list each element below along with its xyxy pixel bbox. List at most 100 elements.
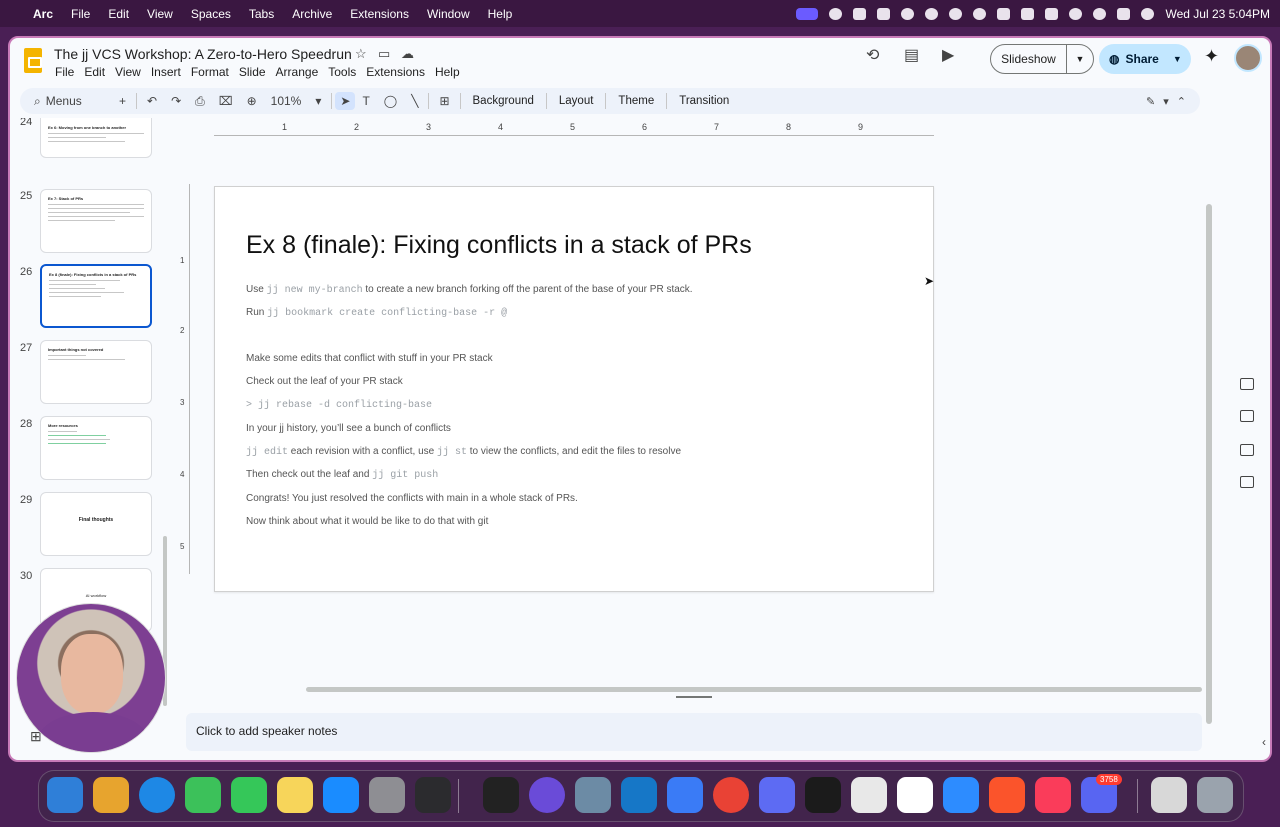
menu-extensions[interactable]: Extensions [341,7,418,21]
messages-icon[interactable] [185,777,221,813]
signal-icon[interactable] [667,777,703,813]
zoom-level[interactable]: 101% [264,94,309,108]
folder-icon[interactable] [1240,476,1254,488]
zip-file-icon[interactable] [1151,777,1187,813]
menu-spaces[interactable]: Spaces [182,7,240,21]
transition-button[interactable]: Transition [670,95,738,107]
slide-line-2[interactable]: Run jj bookmark create conflicting-base … [246,307,507,319]
affinity-icon[interactable] [759,777,795,813]
app-menu-slide[interactable]: Slide [238,65,273,79]
slides-logo-icon[interactable] [24,48,42,73]
app-menu-format[interactable]: Format [190,65,236,79]
webcam-overlay[interactable] [16,603,166,753]
print-icon[interactable]: ⎙ [188,94,212,109]
undo-icon[interactable]: ↶ [140,94,164,108]
notes-app-icon[interactable] [277,777,313,813]
contacts-icon[interactable] [1240,444,1254,456]
battery-icon[interactable] [1045,7,1059,20]
app-store-icon[interactable] [323,777,359,813]
menu-edit[interactable]: Edit [99,7,138,21]
vpn-icon[interactable] [901,7,915,20]
keep-notes-icon[interactable] [1240,378,1254,390]
slide-line-7[interactable]: jj edit each revision with a conflict, u… [246,446,681,458]
app-menu-extensions[interactable]: Extensions [365,65,432,79]
status-circle-icon[interactable] [949,7,963,20]
keyboard-icon[interactable] [1021,7,1035,20]
finder-icon[interactable] [47,777,83,813]
slide-thumbnail-26[interactable]: Ex 8 (finale): Fixing conflicts in a sta… [40,264,152,328]
zoom-icon[interactable]: ⊕ [240,94,264,108]
trash-icon[interactable] [1197,777,1233,813]
zoom-status-icon[interactable] [853,7,867,20]
share-dropdown-icon[interactable]: ▼ [1173,54,1182,64]
menu-file[interactable]: File [62,7,99,21]
share-button[interactable]: ◍ Share ▼ [1099,44,1191,74]
wifi-icon[interactable] [1069,7,1083,20]
app-menu-help[interactable]: Help [434,65,467,79]
slide-thumbnail-29[interactable]: Final thoughts [40,492,152,556]
chrome-icon[interactable] [713,777,749,813]
new-slide-icon[interactable]: + [112,94,133,108]
safari-icon[interactable] [139,777,175,813]
slide-title[interactable]: Ex 8 (finale): Fixing conflicts in a sta… [246,231,752,260]
move-folder-icon[interactable]: ▭ [378,46,390,62]
slide-line-1[interactable]: Use jj new my-branch to create a new bra… [246,284,693,296]
facetime-icon[interactable] [231,777,267,813]
menu-bar-clock[interactable]: Wed Jul 23 5:04PM [1165,7,1270,21]
slide-line-6[interactable]: In your jj history, you’ll see a bunch o… [246,423,451,434]
redo-icon[interactable]: ↷ [164,94,188,108]
shape-icon[interactable]: ◯ [377,94,404,108]
slide-line-8[interactable]: Then check out the leaf and jj git push [246,469,438,481]
app-menu-file[interactable]: File [54,65,81,79]
version-history-icon[interactable]: ⟲ [866,45,879,65]
select-tool-icon[interactable]: ➤ [335,92,356,110]
control-center-icon[interactable] [1117,7,1131,20]
slide-thumbnail-28[interactable]: More resources [40,416,152,480]
comment-add-icon[interactable]: ⊞ [432,94,456,108]
star-icon[interactable]: ☆ [355,46,367,62]
window-manager-icon[interactable] [997,7,1011,20]
gemini-sparkle-icon[interactable]: ✦ [1204,46,1219,67]
meet-camera-icon[interactable]: ▶ [942,45,954,65]
slack-status-icon[interactable] [877,7,891,20]
notes-resize-handle[interactable] [676,696,712,698]
siri-icon[interactable] [1141,7,1155,20]
script-editor-icon[interactable] [851,777,887,813]
timer-icon[interactable] [925,7,939,20]
doc-title[interactable]: The jj VCS Workshop: A Zero-to-Hero Spee… [54,46,352,62]
menu-view[interactable]: View [138,7,182,21]
comments-icon[interactable]: ▤ [904,45,919,65]
menu-window[interactable]: Window [418,7,479,21]
arc-browser-icon[interactable] [529,777,565,813]
zoom-app-icon[interactable] [943,777,979,813]
speaker-notes[interactable]: Click to add speaker notes [186,713,1202,751]
slide-line-5-code[interactable]: > jj rebase -d conflicting-base [246,400,432,411]
text-box-icon[interactable]: T [355,94,376,108]
status-app-icon[interactable] [829,7,843,20]
tasks-icon[interactable] [1240,410,1254,422]
app-menu-arrange[interactable]: Arrange [275,65,326,79]
app-menu-edit[interactable]: Edit [83,65,112,79]
slideshow-label[interactable]: Slideshow [991,45,1067,73]
theme-button[interactable]: Theme [609,95,663,107]
vscode-icon[interactable] [621,777,657,813]
slide-thumbnail-24[interactable]: Ex 6: Moving from one branch to another [40,118,152,158]
moon-icon[interactable] [973,7,987,20]
system-settings-icon[interactable] [369,777,405,813]
cloud-saved-icon[interactable]: ☁ [401,46,414,62]
zoom-dropdown-icon[interactable]: ▾ [308,94,328,108]
slide-thumbnail-27[interactable]: Important things not covered [40,340,152,404]
background-button[interactable]: Background [464,95,543,107]
terminal-icon[interactable] [805,777,841,813]
notion-icon[interactable] [897,777,933,813]
slide-line-9[interactable]: Congrats! You just resolved the conflict… [246,493,578,504]
pen-dropdown-icon[interactable]: ▾ [1163,95,1169,108]
menus-search[interactable]: ⌕ Menus [20,94,112,109]
launchpad-icon[interactable] [93,777,129,813]
slide-line-4[interactable]: Check out the leaf of your PR stack [246,376,403,387]
line-icon[interactable]: ╲ [404,94,425,108]
cube-app-icon[interactable] [483,777,519,813]
slide-thumbnail-25[interactable]: Ex 7: Stack of PRs [40,189,152,253]
menu-tabs[interactable]: Tabs [240,7,283,21]
brave-icon[interactable] [989,777,1025,813]
